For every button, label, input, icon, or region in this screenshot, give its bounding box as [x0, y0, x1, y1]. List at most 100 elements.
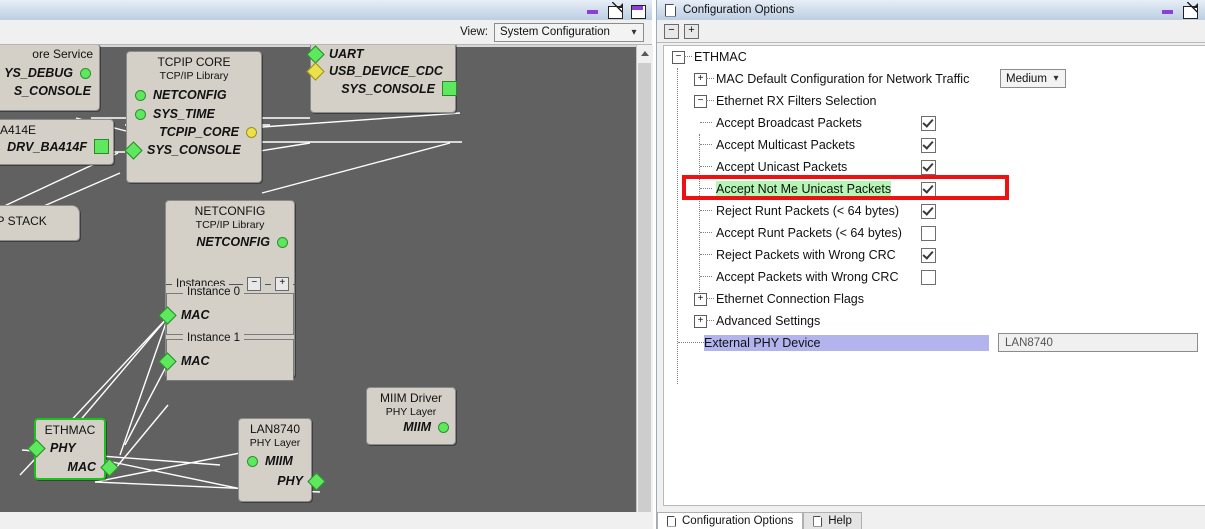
checkbox-reject-runt-packets[interactable] — [921, 204, 936, 219]
port-miim[interactable]: MIIM — [239, 454, 311, 468]
collapse-all-button[interactable]: − — [664, 23, 679, 39]
dot-green-icon — [277, 236, 288, 248]
tree-toolbar: − + — [657, 20, 1205, 43]
port-label: NETCONFIG — [196, 235, 270, 249]
port-sys-debug[interactable]: YS_DEBUG — [0, 66, 99, 80]
port-label: MAC — [67, 460, 96, 474]
checkbox-accept-not-me-unicast-packets[interactable] — [921, 182, 936, 197]
document-icon — [667, 516, 676, 527]
port-phy[interactable]: PHY — [239, 471, 326, 491]
diagram-vertical-scrollbar[interactable] — [636, 45, 653, 529]
instance-0-box[interactable]: Instance 0 MAC — [158, 286, 294, 335]
chevron-down-icon: ▾ — [1053, 73, 1059, 84]
node-tcpip-stack[interactable]: CP/IP STACK — [0, 205, 80, 241]
tree-row-ethernet-rx-filters[interactable]: − Ethernet RX Filters Selection — [664, 90, 1205, 112]
tree-row-root[interactable]: − ETHMAC — [664, 46, 1205, 68]
port-uart[interactable]: UART — [306, 45, 455, 64]
checkbox-accept-unicast-packets[interactable] — [921, 160, 936, 175]
checkbox-reject-packets-wrong-crc[interactable] — [921, 248, 936, 263]
right-panel-window-buttons — [1161, 2, 1205, 19]
checkbox-accept-broadcast-packets[interactable] — [921, 116, 936, 131]
right-panel-title: Configuration Options — [683, 4, 795, 16]
port-sys-time[interactable]: SYS_TIME — [127, 107, 261, 121]
tab-configuration-options[interactable]: Configuration Options — [657, 512, 804, 529]
dot-yellow-icon — [246, 126, 257, 138]
node-netconfig[interactable]: NETCONFIG TCP/IP Library NETCONFIG Insta… — [158, 200, 296, 381]
node-title: CP/IP STACK — [0, 214, 47, 228]
port-label: TCPIP_CORE — [159, 125, 239, 139]
diamond-yellow-icon — [306, 61, 325, 81]
view-label: View: — [460, 26, 488, 38]
mac-default-config-select[interactable]: Medium ▾ — [1000, 69, 1066, 88]
minimize-icon[interactable] — [1161, 3, 1176, 17]
node-title: NETCONFIG — [194, 204, 266, 218]
tree-row-accept-broadcast-packets[interactable]: Accept Broadcast Packets — [664, 112, 1205, 134]
tree-row-mac-default-config[interactable]: + MAC Default Configuration for Network … — [664, 68, 1205, 90]
tab-help[interactable]: Help — [803, 512, 862, 529]
node-miim-driver[interactable]: MIIM Driver PHY Layer MIIM — [366, 387, 456, 445]
float-icon[interactable] — [608, 2, 623, 19]
port-phy[interactable]: PHY — [27, 438, 104, 458]
node-console-instance[interactable]: Instance 0 UART USB_DEVICE_CDC SYS_CONSO… — [306, 45, 457, 113]
port-mac[interactable]: MAC — [158, 305, 293, 325]
node-core-service[interactable]: ore Service YS_DEBUG S_CONSOLE — [0, 45, 100, 111]
diagram-canvas[interactable]: ore Service YS_DEBUG S_CONSOLE BA414E DR… — [0, 45, 636, 529]
port-label: S_CONSOLE — [13, 84, 91, 98]
port-sys-console[interactable]: SYS_CONSOLE — [124, 140, 261, 160]
maximize-icon[interactable] — [630, 3, 646, 19]
mac-default-config-value: Medium — [1006, 72, 1047, 85]
view-select-value: System Configuration — [500, 26, 610, 38]
node-ba414e[interactable]: BA414E DRV_BA414F — [0, 119, 114, 165]
node-ethmac[interactable]: ETHMAC PHY MAC — [27, 418, 119, 480]
port-drv-ba414f[interactable]: DRV_BA414F — [0, 139, 113, 154]
checkbox-accept-multicast-packets[interactable] — [921, 138, 936, 153]
minimize-icon[interactable] — [586, 3, 601, 17]
view-select[interactable]: System Configuration ▾ — [494, 22, 644, 42]
dot-green-icon — [438, 421, 449, 433]
left-panel-tabstrip — [0, 512, 652, 529]
port-sys-console[interactable]: S_CONSOLE — [0, 84, 99, 98]
port-netconfig[interactable]: NETCONFIG — [166, 235, 294, 249]
tree-row-external-phy-device[interactable]: External PHY Device LAN8740 — [664, 332, 1205, 354]
configuration-tree[interactable]: − ETHMAC + MAC Default Configuration for… — [663, 45, 1205, 506]
tree-row-reject-runt-packets[interactable]: Reject Runt Packets (< 64 bytes) — [664, 200, 1205, 222]
scrollbar-thumb[interactable] — [638, 63, 651, 515]
port-label: PHY — [50, 441, 76, 455]
port-netconfig[interactable]: NETCONFIG — [127, 88, 261, 102]
node-lan8740[interactable]: LAN8740 PHY Layer MIIM PHY — [238, 418, 326, 502]
node-tcpip-core[interactable]: TCPIP CORE TCP/IP Library NETCONFIG SYS_… — [124, 51, 262, 183]
checkbox-accept-packets-wrong-crc[interactable] — [921, 270, 936, 285]
float-icon[interactable] — [1183, 2, 1198, 19]
port-label: NETCONFIG — [153, 88, 227, 102]
port-miim[interactable]: MIIM — [367, 420, 455, 434]
port-usb-device-cdc[interactable]: USB_DEVICE_CDC — [306, 61, 455, 81]
tree-row-accept-unicast-packets[interactable]: Accept Unicast Packets — [664, 156, 1205, 178]
tree-row-accept-runt-packets[interactable]: Accept Runt Packets (< 64 bytes) — [664, 222, 1205, 244]
collapse-instances-button[interactable]: − — [247, 277, 262, 291]
tree-label: Accept Not Me Unicast Packets — [716, 181, 892, 197]
tab-label: Configuration Options — [682, 515, 794, 527]
port-mac[interactable]: MAC — [158, 351, 293, 371]
tree-row-reject-packets-wrong-crc[interactable]: Reject Packets with Wrong CRC — [664, 244, 1205, 266]
instance-1-box[interactable]: Instance 1 MAC — [158, 332, 294, 381]
scroll-up-button[interactable] — [637, 45, 652, 61]
port-sys-console[interactable]: SYS_CONSOLE — [311, 81, 457, 96]
tree-label: Accept Multicast Packets — [716, 138, 855, 152]
port-mac[interactable]: MAC — [36, 457, 119, 477]
tree-row-ethernet-connection-flags[interactable]: + Ethernet Connection Flags — [664, 288, 1205, 310]
diamond-green-icon — [100, 457, 119, 477]
expand-instances-button[interactable]: + — [275, 277, 290, 291]
tree-row-accept-packets-wrong-crc[interactable]: Accept Packets with Wrong CRC — [664, 266, 1205, 288]
dot-green-icon — [135, 89, 146, 101]
tree-label: Ethernet RX Filters Selection — [716, 94, 877, 108]
right-panel-titlebar: Configuration Options — [657, 0, 1205, 21]
external-phy-device-value[interactable]: LAN8740 — [998, 333, 1198, 352]
expand-all-button[interactable]: + — [684, 23, 699, 39]
tree-row-advanced-settings[interactable]: + Advanced Settings — [664, 310, 1205, 332]
port-tcpip-core[interactable]: TCPIP_CORE — [127, 125, 261, 139]
checkbox-accept-runt-packets[interactable] — [921, 226, 936, 241]
square-green-icon — [442, 81, 457, 96]
tree-row-accept-multicast-packets[interactable]: Accept Multicast Packets — [664, 134, 1205, 156]
tree-row-accept-not-me-unicast-packets[interactable]: Accept Not Me Unicast Packets — [664, 178, 1205, 200]
port-label: SYS_CONSOLE — [147, 143, 241, 157]
